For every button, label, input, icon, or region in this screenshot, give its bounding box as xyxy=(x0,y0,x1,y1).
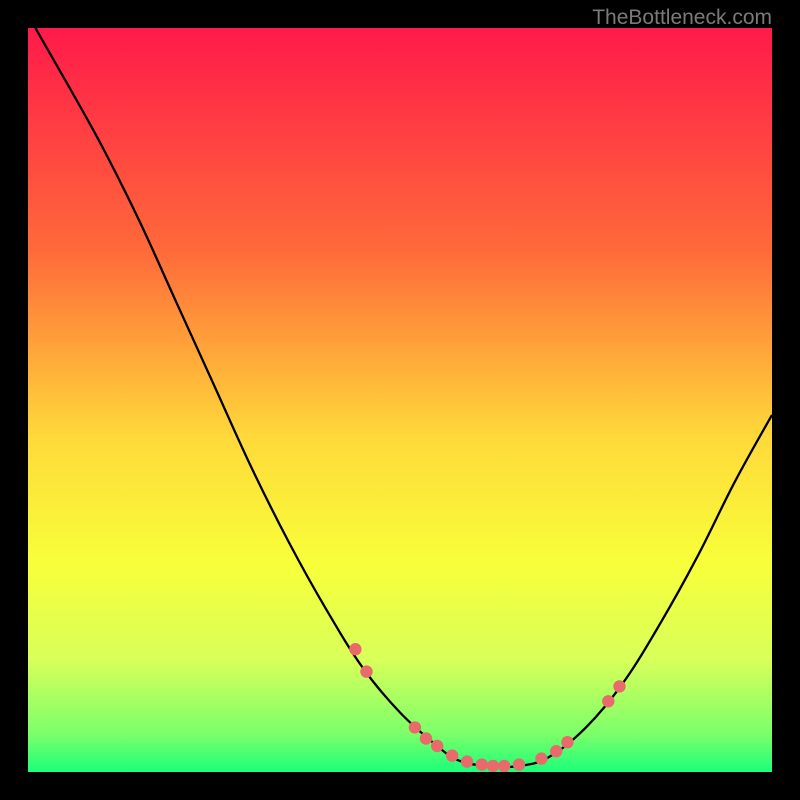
chart-background xyxy=(28,28,772,772)
data-marker xyxy=(550,745,562,757)
data-marker xyxy=(498,760,510,772)
data-marker xyxy=(513,758,525,770)
data-marker xyxy=(431,740,443,752)
data-marker xyxy=(476,758,488,770)
data-marker xyxy=(613,680,625,692)
data-marker xyxy=(409,721,421,733)
data-marker xyxy=(561,736,573,748)
data-marker xyxy=(602,695,614,707)
data-marker xyxy=(446,749,458,761)
data-marker xyxy=(420,732,432,744)
data-marker xyxy=(461,755,473,767)
data-marker xyxy=(360,665,372,677)
data-marker xyxy=(349,643,361,655)
watermark-text: TheBottleneck.com xyxy=(592,6,772,30)
data-marker xyxy=(487,760,499,772)
data-marker xyxy=(535,752,547,764)
chart-plot-area xyxy=(28,28,772,772)
bottleneck-chart xyxy=(28,28,772,772)
